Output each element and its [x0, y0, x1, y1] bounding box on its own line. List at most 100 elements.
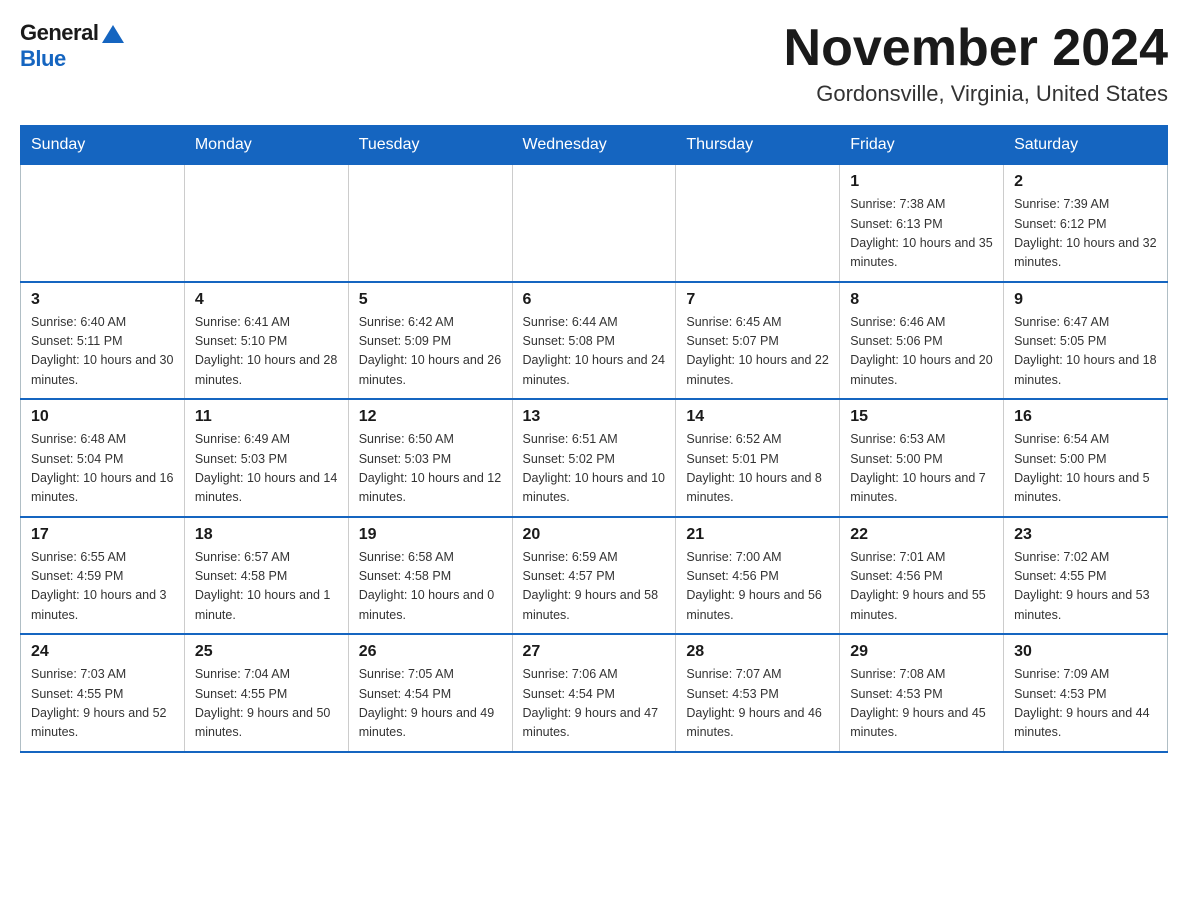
day-info: Sunrise: 6:52 AMSunset: 5:01 PMDaylight:… — [686, 430, 829, 508]
calendar-cell: 20 Sunrise: 6:59 AMSunset: 4:57 PMDayligh… — [512, 517, 676, 635]
day-number: 3 — [31, 291, 174, 309]
calendar-cell: 10 Sunrise: 6:48 AMSunset: 5:04 PMDayligh… — [21, 399, 185, 517]
calendar-cell: 3 Sunrise: 6:40 AMSunset: 5:11 PMDaylight… — [21, 282, 185, 400]
calendar-cell: 24 Sunrise: 7:03 AMSunset: 4:55 PMDayligh… — [21, 634, 185, 752]
calendar-cell: 29Sunrise: 7:08 AMSunset: 4:53 PMDayligh… — [840, 634, 1004, 752]
day-number: 20 — [523, 526, 666, 544]
day-number: 14 — [686, 408, 829, 426]
calendar-cell: 1Sunrise: 7:38 AMSunset: 6:13 PMDaylight… — [840, 165, 1004, 282]
day-number: 26 — [359, 643, 502, 661]
calendar-cell — [21, 165, 185, 282]
calendar-cell: 5 Sunrise: 6:42 AMSunset: 5:09 PMDaylight… — [348, 282, 512, 400]
day-number: 4 — [195, 291, 338, 309]
day-number: 17 — [31, 526, 174, 544]
day-number: 30 — [1014, 643, 1157, 661]
calendar-week-row: 24 Sunrise: 7:03 AMSunset: 4:55 PMDayligh… — [21, 634, 1168, 752]
calendar-cell: 15 Sunrise: 6:53 AMSunset: 5:00 PMDayligh… — [840, 399, 1004, 517]
day-info: Sunrise: 7:39 AMSunset: 6:12 PMDaylight:… — [1014, 195, 1157, 273]
day-number: 8 — [850, 291, 993, 309]
day-info: Sunrise: 7:03 AMSunset: 4:55 PMDaylight:… — [31, 665, 174, 743]
day-info: Sunrise: 6:59 AMSunset: 4:57 PMDaylight:… — [523, 548, 666, 626]
day-info: Sunrise: 7:02 AMSunset: 4:55 PMDaylight:… — [1014, 548, 1157, 626]
day-number: 22 — [850, 526, 993, 544]
day-number: 5 — [359, 291, 502, 309]
calendar-cell: 8Sunrise: 6:46 AMSunset: 5:06 PMDaylight… — [840, 282, 1004, 400]
logo-general-text: General — [20, 20, 98, 46]
calendar-cell: 27Sunrise: 7:06 AMSunset: 4:54 PMDayligh… — [512, 634, 676, 752]
days-header-row: SundayMondayTuesdayWednesdayThursdayFrid… — [21, 126, 1168, 165]
day-info: Sunrise: 6:44 AMSunset: 5:08 PMDaylight:… — [523, 313, 666, 391]
calendar-week-row: 10 Sunrise: 6:48 AMSunset: 5:04 PMDayligh… — [21, 399, 1168, 517]
day-number: 13 — [523, 408, 666, 426]
logo-icon — [102, 23, 124, 45]
day-info: Sunrise: 7:05 AMSunset: 4:54 PMDaylight:… — [359, 665, 502, 743]
day-info: Sunrise: 6:48 AMSunset: 5:04 PMDaylight:… — [31, 430, 174, 508]
day-number: 1 — [850, 173, 993, 191]
logo-blue-text: Blue — [20, 46, 66, 72]
day-number: 28 — [686, 643, 829, 661]
calendar-header: SundayMondayTuesdayWednesdayThursdayFrid… — [21, 126, 1168, 165]
page-header: General Blue November 2024 Gordonsville,… — [20, 20, 1168, 107]
calendar-cell: 13 Sunrise: 6:51 AMSunset: 5:02 PMDayligh… — [512, 399, 676, 517]
day-number: 19 — [359, 526, 502, 544]
calendar-cell: 25Sunrise: 7:04 AMSunset: 4:55 PMDayligh… — [184, 634, 348, 752]
day-info: Sunrise: 7:08 AMSunset: 4:53 PMDaylight:… — [850, 665, 993, 743]
day-info: Sunrise: 6:45 AMSunset: 5:07 PMDaylight:… — [686, 313, 829, 391]
calendar-week-row: 3 Sunrise: 6:40 AMSunset: 5:11 PMDaylight… — [21, 282, 1168, 400]
page-title: November 2024 — [784, 20, 1168, 77]
day-number: 2 — [1014, 173, 1157, 191]
day-number: 16 — [1014, 408, 1157, 426]
calendar-cell: 7 Sunrise: 6:45 AMSunset: 5:07 PMDaylight… — [676, 282, 840, 400]
day-number: 15 — [850, 408, 993, 426]
calendar-cell: 22 Sunrise: 7:01 AMSunset: 4:56 PMDayligh… — [840, 517, 1004, 635]
day-info: Sunrise: 7:00 AMSunset: 4:56 PMDaylight:… — [686, 548, 829, 626]
day-info: Sunrise: 6:51 AMSunset: 5:02 PMDaylight:… — [523, 430, 666, 508]
calendar-cell: 28Sunrise: 7:07 AMSunset: 4:53 PMDayligh… — [676, 634, 840, 752]
calendar-cell: 9Sunrise: 6:47 AMSunset: 5:05 PMDaylight… — [1004, 282, 1168, 400]
calendar-cell: 2 Sunrise: 7:39 AMSunset: 6:12 PMDaylight… — [1004, 165, 1168, 282]
calendar-cell: 19Sunrise: 6:58 AMSunset: 4:58 PMDayligh… — [348, 517, 512, 635]
calendar-cell — [512, 165, 676, 282]
day-header-friday: Friday — [840, 126, 1004, 165]
page-subtitle: Gordonsville, Virginia, United States — [784, 81, 1168, 107]
calendar-cell — [348, 165, 512, 282]
calendar-cell: 12 Sunrise: 6:50 AMSunset: 5:03 PMDayligh… — [348, 399, 512, 517]
day-info: Sunrise: 6:40 AMSunset: 5:11 PMDaylight:… — [31, 313, 174, 391]
calendar-week-row: 17 Sunrise: 6:55 AMSunset: 4:59 PMDayligh… — [21, 517, 1168, 635]
day-info: Sunrise: 6:50 AMSunset: 5:03 PMDaylight:… — [359, 430, 502, 508]
calendar-cell: 16 Sunrise: 6:54 AMSunset: 5:00 PMDayligh… — [1004, 399, 1168, 517]
day-number: 27 — [523, 643, 666, 661]
day-number: 7 — [686, 291, 829, 309]
day-header-wednesday: Wednesday — [512, 126, 676, 165]
logo: General Blue — [20, 20, 124, 72]
day-number: 12 — [359, 408, 502, 426]
calendar-cell: 30 Sunrise: 7:09 AMSunset: 4:53 PMDayligh… — [1004, 634, 1168, 752]
day-info: Sunrise: 6:55 AMSunset: 4:59 PMDaylight:… — [31, 548, 174, 626]
calendar-cell — [184, 165, 348, 282]
day-number: 21 — [686, 526, 829, 544]
day-number: 24 — [31, 643, 174, 661]
day-number: 18 — [195, 526, 338, 544]
title-block: November 2024 Gordonsville, Virginia, Un… — [784, 20, 1168, 107]
day-number: 10 — [31, 408, 174, 426]
day-info: Sunrise: 6:42 AMSunset: 5:09 PMDaylight:… — [359, 313, 502, 391]
day-header-sunday: Sunday — [21, 126, 185, 165]
day-info: Sunrise: 7:09 AMSunset: 4:53 PMDaylight:… — [1014, 665, 1157, 743]
calendar-cell: 17 Sunrise: 6:55 AMSunset: 4:59 PMDayligh… — [21, 517, 185, 635]
calendar-cell: 18 Sunrise: 6:57 AMSunset: 4:58 PMDayligh… — [184, 517, 348, 635]
calendar-cell — [676, 165, 840, 282]
day-info: Sunrise: 6:53 AMSunset: 5:00 PMDaylight:… — [850, 430, 993, 508]
day-info: Sunrise: 7:01 AMSunset: 4:56 PMDaylight:… — [850, 548, 993, 626]
day-info: Sunrise: 6:49 AMSunset: 5:03 PMDaylight:… — [195, 430, 338, 508]
day-number: 11 — [195, 408, 338, 426]
day-number: 6 — [523, 291, 666, 309]
day-info: Sunrise: 6:54 AMSunset: 5:00 PMDaylight:… — [1014, 430, 1157, 508]
day-info: Sunrise: 6:57 AMSunset: 4:58 PMDaylight:… — [195, 548, 338, 626]
day-header-saturday: Saturday — [1004, 126, 1168, 165]
calendar-cell: 4Sunrise: 6:41 AMSunset: 5:10 PMDaylight… — [184, 282, 348, 400]
calendar-cell: 11 Sunrise: 6:49 AMSunset: 5:03 PMDayligh… — [184, 399, 348, 517]
day-info: Sunrise: 6:47 AMSunset: 5:05 PMDaylight:… — [1014, 313, 1157, 391]
day-header-monday: Monday — [184, 126, 348, 165]
day-info: Sunrise: 7:04 AMSunset: 4:55 PMDaylight:… — [195, 665, 338, 743]
calendar-cell: 21 Sunrise: 7:00 AMSunset: 4:56 PMDayligh… — [676, 517, 840, 635]
